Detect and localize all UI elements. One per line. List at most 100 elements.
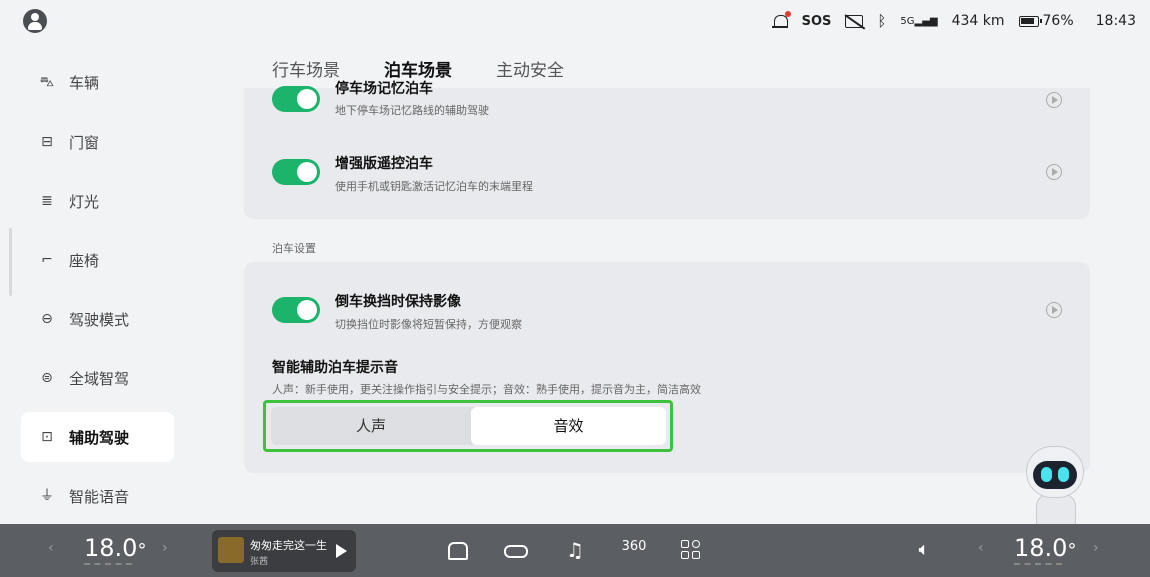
sos-button[interactable]: SOS bbox=[802, 14, 832, 29]
memory-parking-title: 停车场记忆泊车 bbox=[335, 81, 433, 97]
vehicle-icon[interactable] bbox=[503, 537, 529, 563]
parking-sound-desc: 人声：新手使用，更关注操作指引与安全提示；音效：熟手使用，提示音为主，简洁高效 bbox=[272, 383, 701, 396]
temp-left-decrease-icon[interactable]: ‹ bbox=[48, 540, 54, 556]
memory-parking-toggle[interactable] bbox=[272, 86, 320, 112]
temp-unit: ° bbox=[137, 540, 147, 561]
seat-icon: ⌐ bbox=[41, 252, 53, 268]
notification-dot bbox=[784, 11, 791, 17]
music-note-icon[interactable]: ♫ bbox=[562, 537, 588, 563]
sidebar-item-drive-mode[interactable]: ⊖ 驾驶模式 bbox=[21, 294, 174, 344]
song-title: 匆匆走完这一生 bbox=[250, 539, 327, 552]
sidebar-item-lights[interactable]: ≣ 灯光 bbox=[21, 176, 174, 226]
temp-left-increase-icon[interactable]: › bbox=[162, 540, 168, 556]
volume-icon[interactable]: 🔈︎ bbox=[911, 537, 937, 563]
remote-parking-toggle[interactable] bbox=[272, 159, 320, 185]
battery-percent: 76% bbox=[1042, 13, 1074, 29]
parking-settings-label: 泊车设置 bbox=[272, 242, 316, 255]
sidebar-item-voice[interactable]: ⏚ 智能语音 bbox=[21, 471, 174, 521]
reverse-camera-title: 倒车换挡时保持影像 bbox=[335, 294, 461, 310]
sidebar-item-label: 全域智驾 bbox=[69, 369, 130, 388]
sound-option-voice[interactable]: 人声 bbox=[271, 407, 471, 445]
sound-option-effect[interactable]: 音效 bbox=[471, 407, 666, 445]
vehicle-icon-shape bbox=[504, 545, 528, 558]
sidebar-item-smart-drive[interactable]: ⊜ 全域智驾 bbox=[21, 353, 174, 403]
grid-cell bbox=[681, 551, 689, 559]
reverse-camera-row: 倒车换挡时保持影像 切换挡位时影像将短暂保持，方便观察 bbox=[272, 290, 1062, 331]
robot-body bbox=[1036, 494, 1076, 526]
reverse-camera-desc: 切换挡位时影像将短暂保持，方便观察 bbox=[335, 318, 522, 331]
play-icon[interactable] bbox=[336, 544, 347, 558]
grid-cell bbox=[692, 540, 700, 548]
headlight-icon: ≣ bbox=[41, 193, 53, 209]
car-outline-icon: ⛍ bbox=[39, 74, 55, 90]
parking-sound-segmented-control: 人声 音效 bbox=[271, 407, 666, 445]
parking-sound-title: 智能辅助泊车提示音 bbox=[272, 360, 398, 376]
home-icon[interactable] bbox=[445, 537, 471, 563]
sidebar-item-label: 座椅 bbox=[69, 251, 100, 270]
temp-left-value: 18.0 bbox=[84, 534, 138, 562]
temp-right-decrease-icon[interactable]: ‹ bbox=[978, 540, 984, 556]
grid-cell bbox=[681, 540, 689, 548]
signal-icon: 5G▂▄▆ bbox=[900, 15, 938, 27]
parking-features-card: 停车场记忆泊车 地下停车场记忆路线的辅助驾驶 增强版遥控泊车 使用手机或钥匙激活… bbox=[244, 81, 1090, 219]
assist-drive-icon: ⊡ bbox=[41, 429, 53, 445]
play-video-icon[interactable] bbox=[1046, 164, 1062, 180]
sidebar-item-vehicle[interactable]: ⛍ 车辆 bbox=[21, 57, 174, 107]
status-bar: SOS ᛒ 5G▂▄▆ 434 km 76% 18:43 bbox=[0, 0, 1150, 44]
apps-grid-icon[interactable] bbox=[678, 537, 704, 563]
sidebar-item-doors[interactable]: ⊟ 门窗 bbox=[21, 117, 174, 167]
music-player[interactable]: 匆匆走完这一生 张茜 bbox=[212, 530, 356, 572]
robot-eye-icon bbox=[1041, 467, 1052, 482]
door-icon: ⊟ bbox=[41, 134, 53, 150]
robot-face bbox=[1033, 461, 1077, 489]
view-360-icon[interactable]: 360 bbox=[619, 537, 649, 563]
smart-drive-icon: ⊜ bbox=[41, 370, 53, 386]
highlight-frame: 人声 音效 bbox=[263, 400, 673, 452]
temp-right-increase-icon[interactable]: › bbox=[1093, 540, 1099, 556]
memory-parking-row: 停车场记忆泊车 地下停车场记忆路线的辅助驾驶 bbox=[272, 81, 1062, 124]
sidebar-item-label: 车辆 bbox=[69, 73, 100, 92]
sidebar-scroll-indicator[interactable] bbox=[9, 228, 12, 296]
assistant-robot-mascot[interactable] bbox=[1018, 446, 1090, 526]
camera-off-icon bbox=[845, 14, 864, 28]
battery-indicator: 76% bbox=[1018, 13, 1074, 29]
sidebar-item-assist-drive[interactable]: ⊡ 辅助驾驶 bbox=[21, 412, 174, 462]
range-text: 434 km bbox=[951, 13, 1005, 29]
song-artist: 张茜 bbox=[250, 557, 269, 567]
reverse-camera-toggle[interactable] bbox=[272, 297, 320, 323]
home-icon-shape bbox=[448, 542, 468, 560]
remote-parking-row: 增强版遥控泊车 使用手机或钥匙激活记忆泊车的末端里程 bbox=[272, 152, 1062, 193]
apps-grid-shape bbox=[681, 540, 701, 560]
robot-eye-icon bbox=[1058, 467, 1069, 482]
bluetooth-icon: ᛒ bbox=[877, 12, 887, 30]
microphone-icon: ⏚ bbox=[40, 488, 54, 504]
user-avatar[interactable] bbox=[23, 9, 47, 33]
play-video-icon[interactable] bbox=[1046, 302, 1062, 318]
sidebar-item-label: 驾驶模式 bbox=[69, 310, 130, 329]
temp-left[interactable]: 18.0° bbox=[84, 534, 147, 565]
temp-right[interactable]: 18.0° bbox=[1014, 534, 1077, 565]
sidebar-item-seats[interactable]: ⌐ 座椅 bbox=[21, 235, 174, 285]
status-icons: SOS ᛒ 5G▂▄▆ 434 km 76% 18:43 bbox=[771, 10, 1136, 32]
sidebar-item-label: 智能语音 bbox=[69, 487, 130, 506]
grid-cell bbox=[692, 551, 700, 559]
sidebar-item-label: 灯光 bbox=[69, 192, 100, 211]
sidebar-item-label: 辅助驾驶 bbox=[69, 428, 130, 447]
signal-label: 5G bbox=[900, 15, 915, 27]
memory-parking-desc: 地下停车场记忆路线的辅助驾驶 bbox=[335, 104, 489, 117]
notification-bell-icon[interactable] bbox=[771, 11, 791, 30]
temp-unit: ° bbox=[1067, 540, 1077, 561]
album-art bbox=[218, 537, 244, 563]
robot-head bbox=[1026, 446, 1084, 498]
play-video-icon[interactable] bbox=[1046, 92, 1062, 108]
clock: 18:43 bbox=[1095, 13, 1136, 29]
drive-mode-icon: ⊖ bbox=[41, 311, 53, 327]
temp-left-underline bbox=[84, 563, 132, 565]
temp-right-value: 18.0 bbox=[1014, 534, 1068, 562]
remote-parking-title: 增强版遥控泊车 bbox=[335, 156, 433, 172]
sidebar-item-label: 门窗 bbox=[69, 133, 100, 152]
battery-icon bbox=[1018, 15, 1042, 27]
temp-right-underline bbox=[1014, 563, 1062, 565]
remote-parking-desc: 使用手机或钥匙激活记忆泊车的末端里程 bbox=[335, 180, 533, 193]
bottom-dock: ‹ 18.0° › 匆匆走完这一生 张茜 ♫ 360 🔈︎ ‹ 18.0° › bbox=[0, 524, 1150, 577]
